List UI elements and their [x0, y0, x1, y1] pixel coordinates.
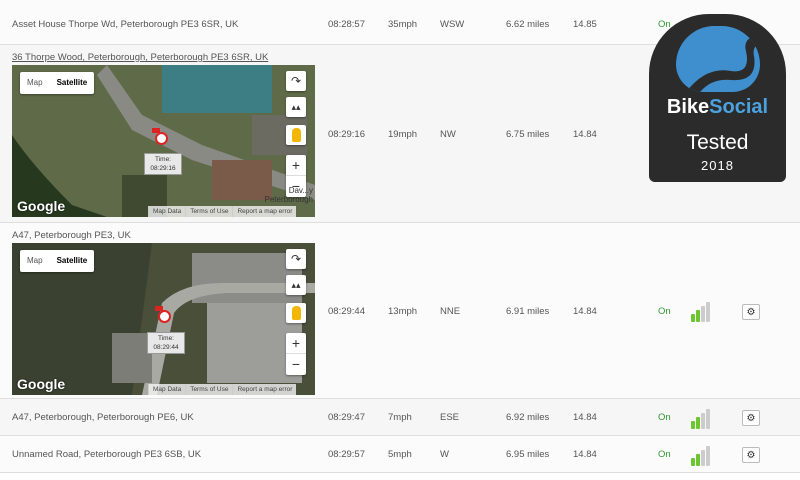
- street-view-icon: [291, 128, 301, 142]
- row-ignition: On: [658, 412, 671, 423]
- zoom-in-button[interactable]: +: [286, 155, 306, 176]
- tooltip-time: 08:29:16: [150, 165, 176, 172]
- row-distance: 6.75 miles: [506, 129, 550, 140]
- row-distance: 6.91 miles: [506, 306, 550, 317]
- map-attribution: Map Data Terms of Use Report a map error: [148, 384, 297, 395]
- map-toggle-satellite[interactable]: Satellite: [50, 250, 95, 272]
- row-voltage: 14.84: [573, 306, 597, 317]
- google-logo: Google: [17, 376, 66, 392]
- terms-of-use-link[interactable]: Terms of Use: [185, 384, 232, 395]
- signal-strength-icon: [691, 300, 717, 322]
- row-voltage: 14.84: [573, 129, 597, 140]
- row-speed: 7mph: [388, 412, 412, 423]
- row-speed: 5mph: [388, 449, 412, 460]
- map-attribution: Map Data Terms of Use Report a map error: [148, 206, 297, 217]
- badge-year: 2018: [701, 158, 734, 173]
- row-time: 08:29:47: [328, 412, 365, 423]
- table-row: Unnamed Road, Peterborough PE3 6SB, UK 0…: [0, 436, 800, 473]
- row-direction: NNE: [440, 306, 461, 317]
- map-toggle-map[interactable]: Map: [20, 72, 50, 94]
- brand-part-2: Social: [709, 96, 769, 118]
- row-direction: W: [440, 449, 449, 460]
- row-ignition: On: [658, 306, 671, 317]
- terms-of-use-link[interactable]: Terms of Use: [185, 206, 232, 217]
- road-logo-icon: [676, 26, 760, 92]
- row-ignition: On: [658, 449, 671, 460]
- report-map-error-link[interactable]: Report a map error: [232, 384, 296, 395]
- bikesocial-tested-badge: BikeSocial Tested 2018: [649, 14, 786, 182]
- map-type-toggle[interactable]: Map Satellite: [20, 72, 95, 94]
- row-direction: ESE: [440, 412, 460, 423]
- tooltip-label: Time:: [157, 335, 174, 342]
- row-direction: NW: [440, 129, 456, 140]
- map-view[interactable]: Map Satellite ↷ ▴▴ + − Time: 08:29:44 Go…: [12, 243, 315, 395]
- rotate-map-icon[interactable]: ↷: [286, 249, 306, 269]
- row-voltage: 14.85: [573, 19, 597, 30]
- google-logo: Google: [17, 198, 66, 214]
- badge-brand: BikeSocial: [649, 96, 786, 119]
- zoom-out-button[interactable]: −: [286, 354, 306, 375]
- table-row: A47, Peterborough, Peterborough PE6, UK …: [0, 399, 800, 436]
- gear-icon[interactable]: ⚙: [742, 447, 760, 463]
- tilt-icon[interactable]: ▴▴: [286, 97, 306, 117]
- map-data-link[interactable]: Map Data: [148, 206, 185, 217]
- row-distance: 6.95 miles: [506, 449, 550, 460]
- marker-time-tooltip: Time: 08:29:44: [147, 332, 185, 354]
- map-view[interactable]: Map Satellite ↷ ▴▴ + − Time: 08:29:16 Da…: [12, 65, 315, 217]
- table-row: A47, Peterborough PE3, UK Map Satellite …: [0, 223, 800, 399]
- row-address: Asset House Thorpe Wd, Peterborough PE3 …: [12, 19, 239, 30]
- row-address: A47, Peterborough PE3, UK: [12, 230, 131, 241]
- row-address: Unnamed Road, Peterborough PE3 6SB, UK: [12, 449, 202, 460]
- tooltip-label: Time:: [154, 156, 171, 163]
- tilt-icon[interactable]: ▴▴: [286, 275, 306, 295]
- badge-tested: Tested: [686, 131, 749, 154]
- row-time: 08:29:57: [328, 449, 365, 460]
- row-time: 08:29:44: [328, 306, 365, 317]
- street-view-control[interactable]: [286, 303, 306, 323]
- signal-strength-icon: [691, 444, 717, 466]
- row-time: 08:29:16: [328, 129, 365, 140]
- zoom-controls: + −: [286, 333, 306, 375]
- row-voltage: 14.84: [573, 412, 597, 423]
- place-line-1: Dav...y: [288, 186, 313, 195]
- signal-strength-icon: [691, 407, 717, 429]
- row-voltage: 14.84: [573, 449, 597, 460]
- place-line-2: Peterborough: [264, 195, 313, 204]
- map-toggle-satellite[interactable]: Satellite: [50, 72, 95, 94]
- marker-time-tooltip: Time: 08:29:16: [144, 153, 182, 175]
- rotate-map-icon[interactable]: ↷: [286, 71, 306, 91]
- row-speed: 35mph: [388, 19, 418, 30]
- brand-part-1: Bike: [666, 96, 710, 118]
- row-address-link[interactable]: 36 Thorpe Wood, Peterborough, Peterborou…: [12, 52, 268, 63]
- row-time: 08:28:57: [328, 19, 365, 30]
- gear-icon[interactable]: ⚙: [742, 304, 760, 320]
- street-view-icon: [291, 306, 301, 320]
- location-marker-icon[interactable]: [155, 132, 168, 145]
- street-view-control[interactable]: [286, 125, 306, 145]
- map-data-link[interactable]: Map Data: [148, 384, 185, 395]
- row-speed: 13mph: [388, 306, 418, 317]
- map-toggle-map[interactable]: Map: [20, 250, 50, 272]
- map-place-label: Dav...y Peterborough: [265, 186, 313, 204]
- report-map-error-link[interactable]: Report a map error: [232, 206, 296, 217]
- row-direction: WSW: [440, 19, 465, 30]
- zoom-in-button[interactable]: +: [286, 333, 306, 354]
- map-type-toggle[interactable]: Map Satellite: [20, 250, 95, 272]
- row-distance: 6.92 miles: [506, 412, 550, 423]
- row-distance: 6.62 miles: [506, 19, 550, 30]
- gear-icon[interactable]: ⚙: [742, 410, 760, 426]
- row-address: A47, Peterborough, Peterborough PE6, UK: [12, 412, 194, 423]
- tooltip-time: 08:29:44: [153, 344, 179, 351]
- location-marker-icon[interactable]: [158, 310, 171, 323]
- row-speed: 19mph: [388, 129, 418, 140]
